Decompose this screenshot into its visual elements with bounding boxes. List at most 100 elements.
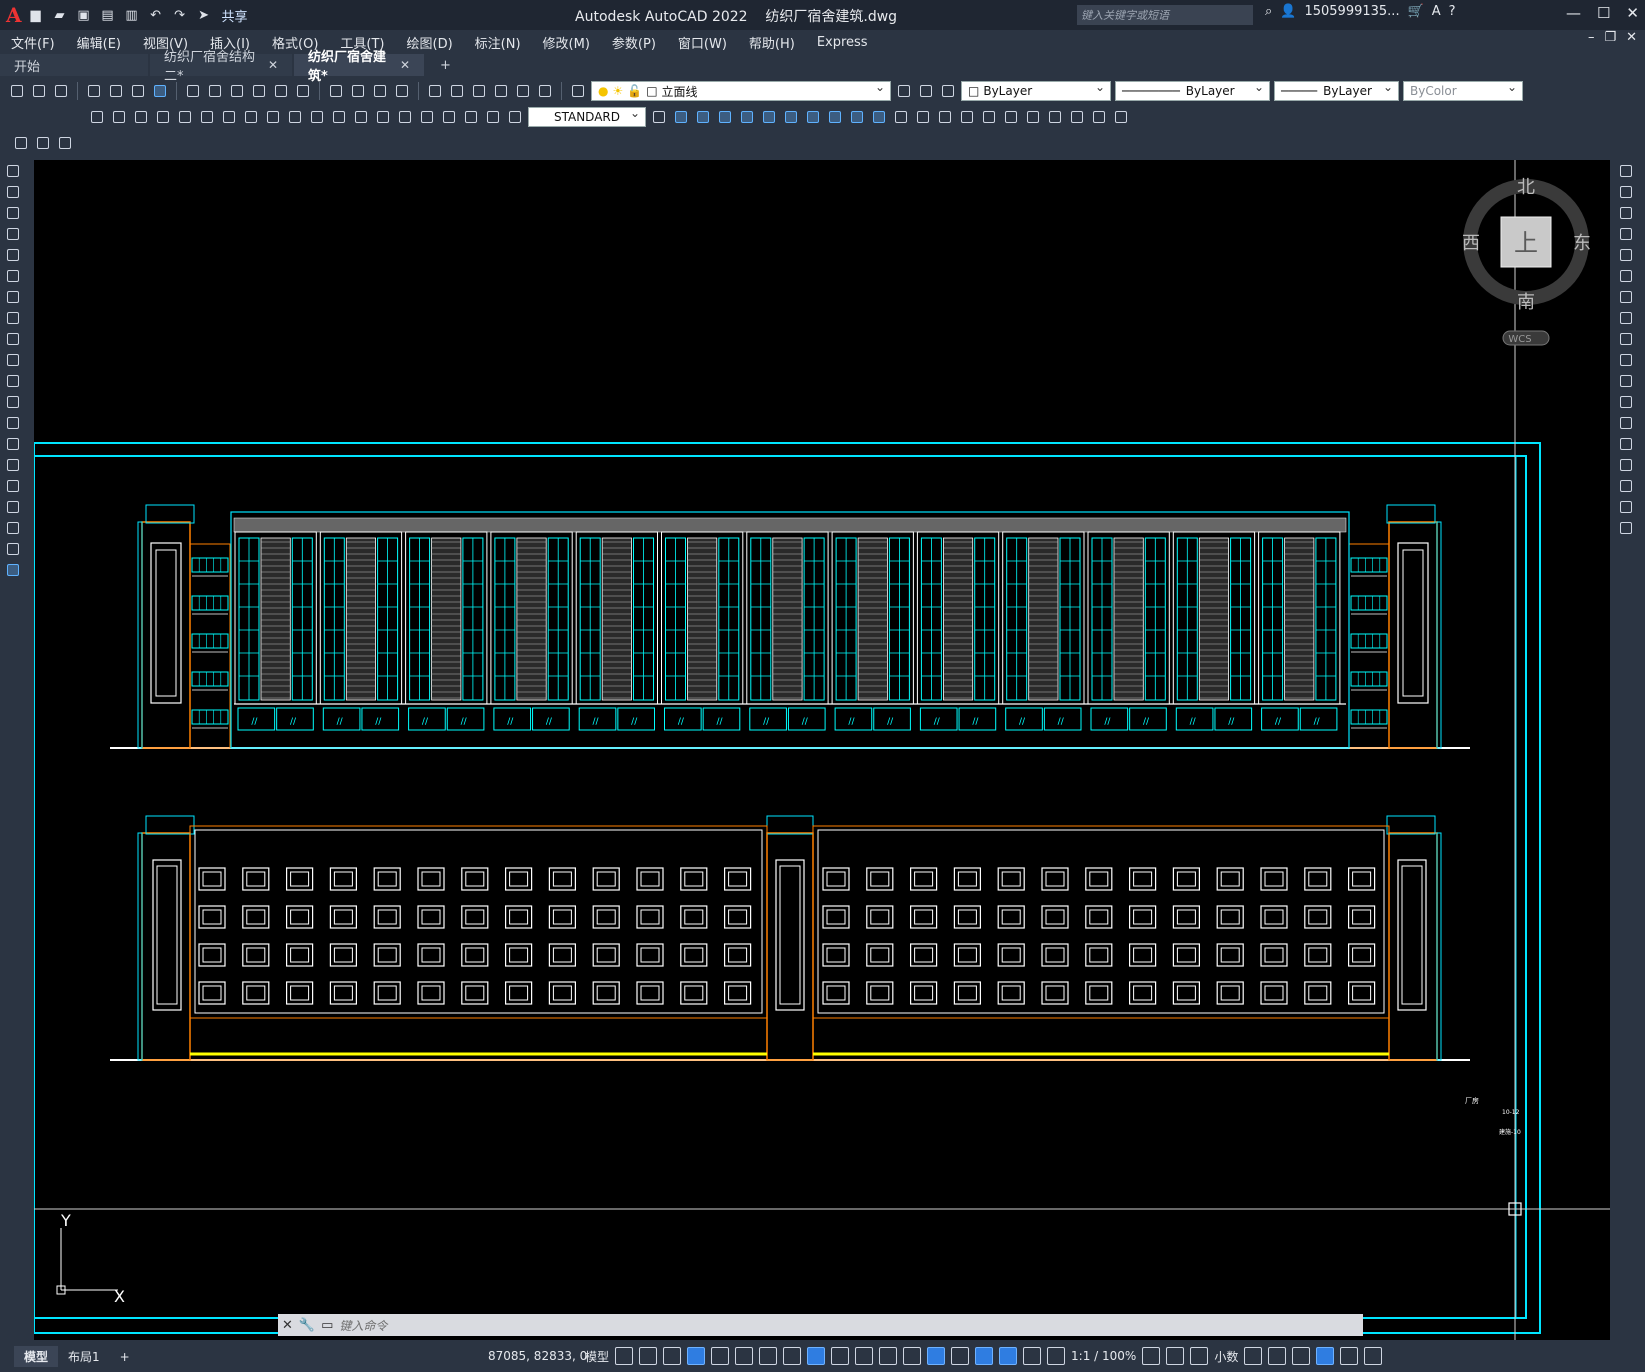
save-icon[interactable]: ▣	[74, 5, 94, 25]
properties-icon[interactable]	[426, 82, 444, 100]
design-center-icon[interactable]	[448, 82, 466, 100]
ucs-x-icon[interactable]	[1090, 108, 1108, 126]
ucs-face-icon[interactable]	[958, 108, 976, 126]
3d-osnap-icon[interactable]	[903, 1347, 922, 1365]
redo-icon[interactable]	[294, 82, 312, 100]
viewcube-south[interactable]: 南	[1517, 292, 1535, 313]
hardware-acceleration-icon[interactable]	[1316, 1347, 1335, 1365]
layer-properties-icon[interactable]	[569, 82, 587, 100]
ucs-previous-icon[interactable]	[936, 108, 954, 126]
viewcube-north[interactable]: 北	[1517, 177, 1535, 198]
tool-palettes-icon[interactable]	[470, 82, 488, 100]
snap-icon[interactable]	[639, 1347, 658, 1365]
close-icon[interactable]: ✕	[1626, 4, 1639, 22]
angular-dim-icon[interactable]	[242, 108, 260, 126]
zoom-window-icon[interactable]	[371, 82, 389, 100]
viewcube-west[interactable]: 西	[1462, 233, 1480, 254]
menu-parametric[interactable]: 参数(P)	[601, 33, 667, 52]
point-icon[interactable]	[4, 435, 22, 453]
units-readout[interactable]: 小数	[1214, 1348, 1238, 1365]
tab-start[interactable]: 开始	[0, 54, 148, 76]
mtext-icon[interactable]	[4, 540, 22, 558]
dim-break-icon[interactable]	[352, 108, 370, 126]
command-input[interactable]: 键入命令	[339, 1317, 387, 1334]
doc-restore-icon[interactable]: ❐	[1604, 30, 1616, 45]
view-bottom-icon[interactable]	[694, 108, 712, 126]
annotation-visibility-icon[interactable]	[999, 1347, 1018, 1365]
stretch-icon[interactable]	[1617, 330, 1635, 348]
extend-icon[interactable]	[1617, 372, 1635, 390]
circle-icon[interactable]	[4, 288, 22, 306]
edit-block-icon[interactable]	[12, 134, 30, 152]
web-icon[interactable]	[151, 82, 169, 100]
zoom-previous-icon[interactable]	[393, 82, 411, 100]
ucs-zaxis-icon[interactable]	[1046, 108, 1064, 126]
view-se-icon[interactable]	[826, 108, 844, 126]
scale-icon[interactable]	[1617, 309, 1635, 327]
menu-file[interactable]: 文件(F)	[0, 33, 66, 52]
lock-ui-icon[interactable]	[1268, 1347, 1287, 1365]
rectangle-icon[interactable]	[4, 246, 22, 264]
baseline-dim-icon[interactable]	[286, 108, 304, 126]
center-mark-icon[interactable]	[396, 108, 414, 126]
break-point-icon[interactable]	[1617, 393, 1635, 411]
menu-modify[interactable]: 修改(M)	[532, 33, 601, 52]
trim-icon[interactable]	[1617, 351, 1635, 369]
add-selected-icon[interactable]	[4, 561, 22, 579]
autocad-logo[interactable]: A	[6, 3, 22, 27]
publish-icon[interactable]	[129, 82, 147, 100]
calculator-icon[interactable]	[514, 82, 532, 100]
help-icon[interactable]: ?	[1449, 4, 1456, 19]
cut-icon[interactable]	[184, 82, 202, 100]
tolerance-icon[interactable]	[374, 108, 392, 126]
construction-line-icon[interactable]	[4, 183, 22, 201]
dim-text-edit-icon[interactable]	[484, 108, 502, 126]
isodraft-icon[interactable]	[759, 1347, 778, 1365]
infer-icon[interactable]	[663, 1347, 682, 1365]
open-file-icon[interactable]: ▰	[50, 5, 70, 25]
dimstyle-manager-icon[interactable]	[650, 108, 668, 126]
grid-icon[interactable]	[615, 1347, 634, 1365]
ordinate-dim-icon[interactable]	[154, 108, 172, 126]
arc-icon[interactable]	[4, 267, 22, 285]
mirror-icon[interactable]	[1617, 204, 1635, 222]
menu-help[interactable]: 帮助(H)	[738, 33, 806, 52]
polyline-icon[interactable]	[4, 204, 22, 222]
join-icon[interactable]	[1617, 435, 1635, 453]
copy-icon[interactable]	[206, 82, 224, 100]
workspace-icon[interactable]	[1142, 1347, 1161, 1365]
coordinate-readout[interactable]: 87085, 82833, 0	[488, 1349, 587, 1363]
erase-icon[interactable]	[1617, 162, 1635, 180]
menu-draw[interactable]: 绘图(D)	[396, 33, 464, 52]
block-editor-close-icon[interactable]	[56, 134, 74, 152]
selection-cycling-icon[interactable]	[879, 1347, 898, 1365]
copy-object-icon[interactable]	[1617, 183, 1635, 201]
auto-scale-icon[interactable]	[1023, 1347, 1042, 1365]
a360-icon[interactable]: A	[1432, 4, 1441, 19]
continue-dim-icon[interactable]	[308, 108, 326, 126]
osnap-icon[interactable]	[807, 1347, 826, 1365]
tab-structure[interactable]: 纺织厂宿舍结构二* ✕	[150, 50, 292, 84]
print-icon[interactable]	[85, 82, 103, 100]
radius-dim-icon[interactable]	[176, 108, 194, 126]
command-line[interactable]: ✕ 🔧 ▭ 键入命令	[278, 1314, 1363, 1336]
close-icon[interactable]: ✕	[282, 1318, 293, 1333]
search-icon[interactable]: ⌕	[1265, 4, 1272, 19]
preview-icon[interactable]	[107, 82, 125, 100]
lineweight-icon[interactable]	[831, 1347, 850, 1365]
ucs-origin-icon[interactable]	[1024, 108, 1042, 126]
object-track-icon[interactable]	[783, 1347, 802, 1365]
layer-previous-icon[interactable]	[917, 82, 935, 100]
ucs-y-icon[interactable]	[1112, 108, 1130, 126]
explode-icon[interactable]	[1617, 519, 1635, 537]
ucs-object-icon[interactable]	[980, 108, 998, 126]
chamfer-icon[interactable]	[1617, 456, 1635, 474]
dynamic-ucs-icon[interactable]	[927, 1347, 946, 1365]
ucs-view-icon[interactable]	[1002, 108, 1020, 126]
customization-icon[interactable]	[1364, 1347, 1383, 1365]
view-front-icon[interactable]	[760, 108, 778, 126]
isolate-objects-icon[interactable]	[1292, 1347, 1311, 1365]
polar-icon[interactable]	[735, 1347, 754, 1365]
minimize-icon[interactable]: —	[1566, 4, 1581, 22]
viewcube[interactable]: 上 北 南 东 西 WCS	[1462, 177, 1591, 346]
